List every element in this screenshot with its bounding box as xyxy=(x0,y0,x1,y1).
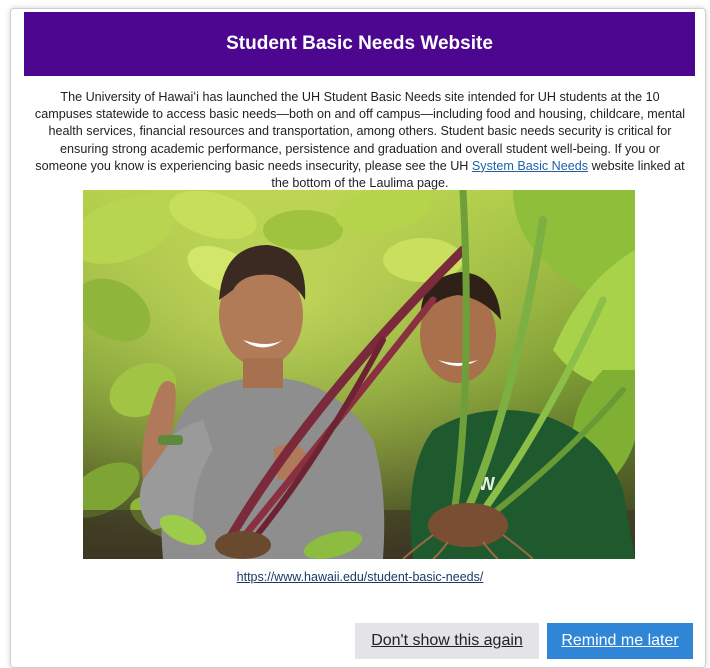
basic-needs-modal: Student Basic Needs Website The Universi… xyxy=(10,8,706,668)
modal-header: Student Basic Needs Website xyxy=(24,12,695,76)
site-url-link[interactable]: https://www.hawaii.edu/student-basic-nee… xyxy=(237,570,484,584)
system-basic-needs-link[interactable]: System Basic Needs xyxy=(472,159,588,173)
modal-description: The University of Hawaiʻi has launched t… xyxy=(33,89,687,192)
modal-title: Student Basic Needs Website xyxy=(226,33,493,54)
site-url-container: https://www.hawaii.edu/student-basic-nee… xyxy=(33,570,687,584)
students-taro-photo: W xyxy=(83,190,635,559)
